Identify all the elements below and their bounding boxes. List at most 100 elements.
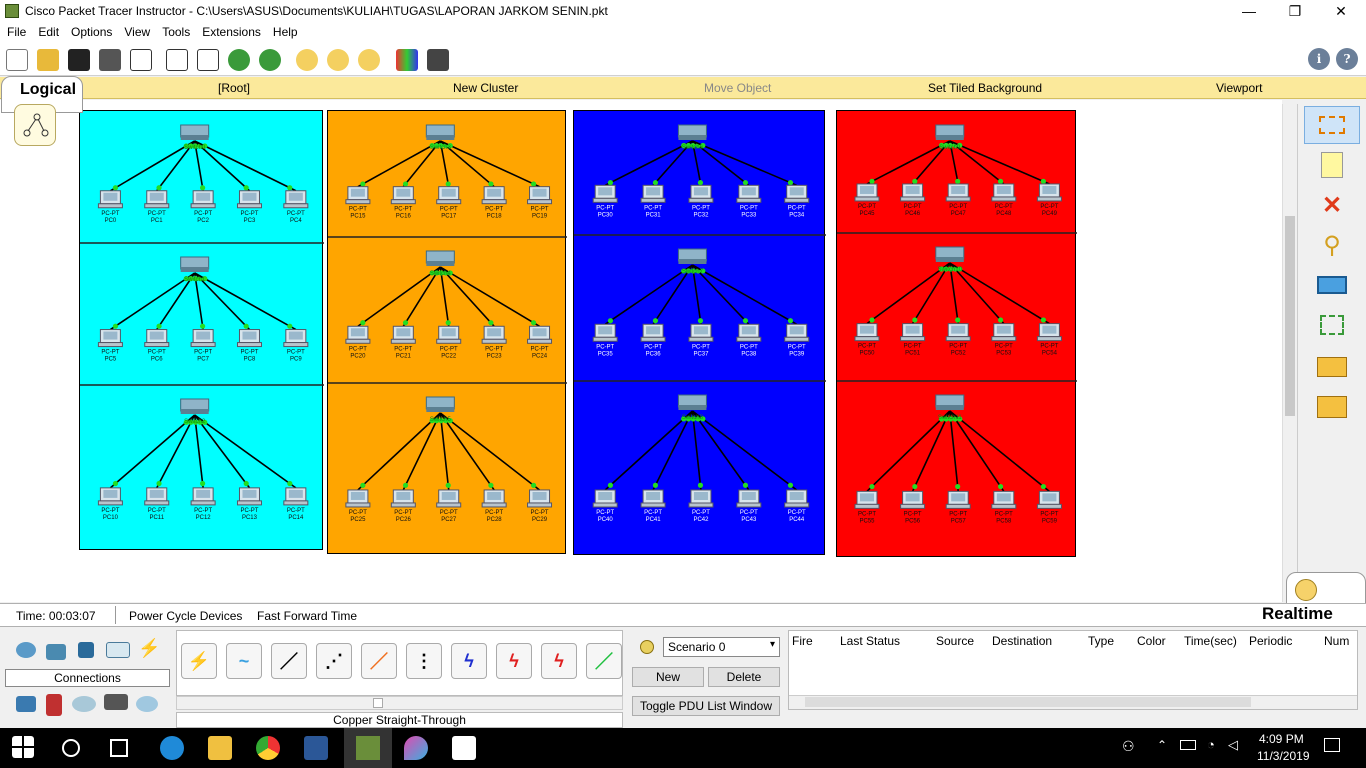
- ethernet-link[interactable]: [691, 410, 798, 491]
- packet-tracer-taskbar-button[interactable]: [344, 728, 392, 768]
- word-icon[interactable]: [304, 736, 328, 760]
- column-fire[interactable]: Fire: [792, 634, 813, 648]
- pc-icon[interactable]: [900, 490, 926, 509]
- add-simple-pdu-icon[interactable]: [1304, 348, 1360, 386]
- note-icon[interactable]: [1304, 146, 1360, 184]
- column-color[interactable]: Color: [1137, 634, 1166, 648]
- rectangle-icon[interactable]: [1304, 266, 1360, 304]
- chrome-icon[interactable]: [256, 736, 280, 760]
- security-category-icon[interactable]: [46, 694, 62, 716]
- pc-icon[interactable]: [945, 323, 971, 342]
- wan-emulation-category-icon[interactable]: [72, 696, 96, 712]
- connections-category-icon[interactable]: ⚡: [138, 639, 160, 657]
- fiber-icon[interactable]: ／: [361, 643, 397, 679]
- column-num[interactable]: Num: [1324, 634, 1349, 648]
- switch-icon[interactable]: [935, 246, 965, 262]
- column-type[interactable]: Type: [1088, 634, 1114, 648]
- ethernet-link[interactable]: [109, 414, 196, 489]
- pc-icon[interactable]: [900, 183, 926, 202]
- wifi-icon[interactable]: ◔: [1207, 737, 1215, 752]
- switch-icon[interactable]: [425, 250, 455, 266]
- save-icon[interactable]: [68, 49, 90, 71]
- ethernet-link[interactable]: [949, 410, 1005, 492]
- viewport-button[interactable]: Viewport: [1216, 81, 1262, 95]
- pc-icon[interactable]: [784, 184, 810, 203]
- edge-icon[interactable]: [160, 736, 184, 760]
- pc-icon[interactable]: [345, 325, 371, 344]
- pc-icon[interactable]: [736, 323, 762, 342]
- resize-icon[interactable]: [1304, 306, 1360, 344]
- ethernet-link[interactable]: [949, 410, 1050, 492]
- switch-icon[interactable]: [935, 124, 965, 140]
- custom-device-icon[interactable]: [427, 49, 449, 71]
- menu-view[interactable]: View: [118, 25, 156, 39]
- pc-icon[interactable]: [1036, 323, 1062, 342]
- serial-dce-icon[interactable]: ϟ: [496, 643, 532, 679]
- ethernet-link[interactable]: [866, 410, 951, 492]
- inspect-icon[interactable]: ⚲: [1304, 226, 1360, 264]
- pc-icon[interactable]: [236, 329, 262, 348]
- phone-connection-icon[interactable]: ⋮: [406, 643, 442, 679]
- pc-icon[interactable]: [784, 489, 810, 508]
- ethernet-link[interactable]: [194, 414, 251, 489]
- switch-icon[interactable]: [425, 396, 455, 412]
- pc-icon[interactable]: [345, 489, 371, 508]
- power-cycle-devices-button[interactable]: Power Cycle Devices: [129, 609, 242, 623]
- pc-icon[interactable]: [190, 329, 216, 348]
- pc-icon[interactable]: [592, 489, 618, 508]
- ethernet-link[interactable]: [109, 272, 196, 331]
- menu-file[interactable]: File: [0, 25, 32, 39]
- root-button[interactable]: [Root]: [218, 81, 250, 95]
- volume-icon[interactable]: ◁: [1228, 737, 1238, 753]
- clock-time[interactable]: 4:09 PM: [1259, 732, 1304, 746]
- ethernet-link[interactable]: [949, 140, 1050, 185]
- zoom-in-icon[interactable]: [296, 49, 318, 71]
- redo-icon[interactable]: [259, 49, 281, 71]
- delete-icon[interactable]: ✕: [1304, 186, 1360, 224]
- print-icon[interactable]: [99, 49, 121, 71]
- ethernet-link[interactable]: [357, 140, 441, 188]
- end-devices-category-icon[interactable]: [16, 696, 36, 712]
- pc-icon[interactable]: [1036, 490, 1062, 509]
- ethernet-link[interactable]: [691, 410, 750, 491]
- pc-icon[interactable]: [527, 186, 553, 205]
- switches-category-icon[interactable]: [46, 644, 66, 660]
- pc-icon[interactable]: [144, 190, 170, 209]
- pc-icon[interactable]: [97, 190, 123, 209]
- column-destination[interactable]: Destination: [992, 634, 1052, 648]
- pc-icon[interactable]: [190, 487, 216, 506]
- scenario-info-icon[interactable]: [640, 640, 654, 654]
- menu-tools[interactable]: Tools: [156, 25, 196, 39]
- ethernet-link[interactable]: [604, 140, 693, 187]
- info-icon[interactable]: i: [1308, 48, 1330, 70]
- switch-icon[interactable]: [180, 256, 210, 272]
- logical-workspace-canvas[interactable]: Switch0 PC-PT PC0 PC-PT PC1 PC-PT PC2 PC-PT PC3 P…: [0, 100, 1282, 602]
- pc-icon[interactable]: [854, 323, 880, 342]
- undo-icon[interactable]: [228, 49, 250, 71]
- automatic-connection-icon[interactable]: ⚡: [181, 643, 217, 679]
- ethernet-link[interactable]: [357, 412, 441, 491]
- ethernet-link[interactable]: [357, 266, 441, 327]
- pc-icon[interactable]: [854, 490, 880, 509]
- pc-icon[interactable]: [640, 323, 666, 342]
- copper-cross-over-icon[interactable]: ⋰: [316, 643, 352, 679]
- menu-edit[interactable]: Edit: [32, 25, 65, 39]
- column-source[interactable]: Source: [936, 634, 974, 648]
- multiuser-connection-category-icon[interactable]: [136, 696, 158, 712]
- ethernet-link[interactable]: [866, 140, 951, 185]
- task-view-icon[interactable]: [110, 739, 128, 757]
- console-connection-icon[interactable]: ~: [226, 643, 262, 679]
- ethernet-link[interactable]: [194, 272, 297, 331]
- pc-icon[interactable]: [481, 186, 507, 205]
- pc-icon[interactable]: [527, 325, 553, 344]
- file-explorer-icon[interactable]: [208, 736, 232, 760]
- ethernet-link[interactable]: [691, 410, 702, 491]
- zoom-out-icon[interactable]: [358, 49, 380, 71]
- menu-help[interactable]: Help: [267, 25, 304, 39]
- restore-button[interactable]: ❐: [1272, 2, 1318, 20]
- copper-straight-through-icon[interactable]: ／: [271, 643, 307, 679]
- ethernet-link[interactable]: [439, 140, 540, 188]
- pc-icon[interactable]: [481, 489, 507, 508]
- photos-icon[interactable]: [452, 736, 476, 760]
- ethernet-link[interactable]: [402, 412, 442, 491]
